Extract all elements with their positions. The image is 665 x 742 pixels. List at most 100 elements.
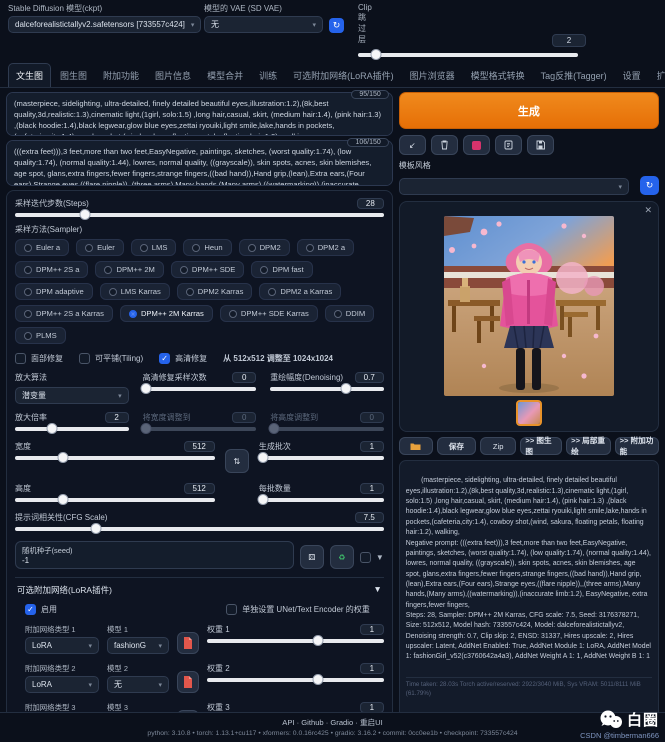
- sampler-dpm2[interactable]: DPM2: [239, 239, 290, 256]
- tab-settings[interactable]: 设置: [616, 64, 648, 87]
- sampler-dpm2-a[interactable]: DPM2 a: [297, 239, 354, 256]
- send-to-inpaint-button[interactable]: >> 局部重绘: [566, 437, 610, 455]
- batch-count-slider[interactable]: [259, 456, 384, 460]
- steps-slider[interactable]: [15, 213, 384, 217]
- sampler-dpmpp-2m-karras[interactable]: DPM++ 2M Karras: [120, 305, 213, 322]
- lora-model-dropdown-1[interactable]: fashionG▾: [107, 637, 169, 654]
- generate-button[interactable]: 生成: [399, 92, 659, 129]
- zip-button[interactable]: Zip: [480, 437, 516, 455]
- sampler-dpm-fast[interactable]: DPM fast: [251, 261, 312, 278]
- sampler-lms[interactable]: LMS: [131, 239, 177, 256]
- paste-params-button[interactable]: ↙: [399, 135, 426, 155]
- hires-steps-value[interactable]: 0: [232, 372, 256, 383]
- clip-skip-value[interactable]: 2: [552, 34, 586, 47]
- sampler-plms[interactable]: PLMS: [15, 327, 66, 344]
- clear-prompt-button[interactable]: [431, 135, 458, 155]
- cfg-value[interactable]: 7.5: [355, 512, 384, 523]
- batch-size-slider[interactable]: [259, 498, 384, 502]
- tab-extensions[interactable]: 扩展: [650, 64, 665, 87]
- tab-tagger[interactable]: Tag反推(Tagger): [534, 64, 614, 87]
- denoising-slider[interactable]: [270, 387, 384, 391]
- lora-weight-slider-2[interactable]: [207, 678, 384, 682]
- seed-input[interactable]: -1: [22, 556, 287, 565]
- ckpt-dropdown[interactable]: dalceforealistictallyv2.safetensors [733…: [8, 16, 201, 33]
- styles-dropdown[interactable]: ▾: [399, 178, 629, 195]
- sampler-dpm2-a-karras[interactable]: DPM2 a Karras: [259, 283, 341, 300]
- reuse-seed-button[interactable]: ♻: [330, 545, 354, 569]
- height-slider[interactable]: [15, 498, 215, 502]
- sampler-heun[interactable]: Heun: [183, 239, 231, 256]
- lora-type-dropdown-1[interactable]: LoRA▾: [25, 637, 99, 654]
- lora-model-info-button-1[interactable]: [177, 632, 199, 654]
- lora-accordion-header[interactable]: 可选附加网络(LoRA插件) ▼: [15, 577, 384, 602]
- sampler-ddim[interactable]: DDIM: [325, 305, 374, 322]
- tiling-checkbox[interactable]: 可平铺(Tiling): [79, 353, 143, 364]
- lora-model-dropdown-2[interactable]: 无▾: [107, 676, 169, 693]
- hires-fix-checkbox[interactable]: ✓高清修复: [159, 353, 207, 364]
- reload-ui-link[interactable]: 重启UI: [360, 718, 383, 727]
- steps-value[interactable]: 28: [357, 198, 384, 209]
- random-seed-button[interactable]: ⚄: [300, 545, 324, 569]
- negative-prompt-input[interactable]: (((extra feet))),3 feet,more than two fe…: [6, 140, 393, 186]
- lora-model-info-button-2[interactable]: [177, 671, 199, 693]
- vae-refresh-button[interactable]: ↻: [329, 18, 344, 33]
- tab-image-browser[interactable]: 图片浏览器: [403, 64, 462, 87]
- upscaler-dropdown[interactable]: 潜变量▾: [15, 387, 129, 404]
- save-style-button[interactable]: [527, 135, 554, 155]
- send-to-img2img-button[interactable]: >> 图生图: [520, 437, 562, 455]
- extra-seed-checkbox[interactable]: ▼: [360, 552, 384, 563]
- upscale-by-slider[interactable]: [15, 427, 129, 431]
- width-value[interactable]: 512: [184, 441, 215, 452]
- vae-dropdown[interactable]: 无▾: [204, 16, 323, 33]
- tab-model-converter[interactable]: 模型格式转换: [464, 64, 532, 87]
- sampler-dpm2-karras[interactable]: DPM2 Karras: [177, 283, 253, 300]
- sampler-euler[interactable]: Euler: [76, 239, 124, 256]
- send-to-extras-button[interactable]: >> 附加功能: [615, 437, 659, 455]
- tab-png-info[interactable]: 图片信息: [148, 64, 198, 87]
- open-folder-button[interactable]: [399, 437, 433, 455]
- tab-txt2img[interactable]: 文生图: [8, 63, 51, 87]
- api-link[interactable]: API: [282, 718, 294, 727]
- restore-faces-checkbox[interactable]: 面部修复: [15, 353, 63, 364]
- apply-style-button[interactable]: [495, 135, 522, 155]
- sampler-euler-a[interactable]: Euler a: [15, 239, 69, 256]
- tab-additional-networks[interactable]: 可选附加网络(LoRA插件): [286, 64, 401, 87]
- width-slider[interactable]: [15, 456, 215, 460]
- lora-separate-weights-checkbox[interactable]: 单独设置 UNet/Text Encoder 的权重: [226, 604, 370, 615]
- tab-train[interactable]: 训练: [252, 64, 284, 87]
- upscale-by-value[interactable]: 2: [105, 412, 129, 423]
- checkbox-icon: [226, 604, 237, 615]
- clip-skip-slider[interactable]: [358, 53, 578, 57]
- tab-img2img[interactable]: 图生图: [53, 64, 94, 87]
- lora-weight-slider-1[interactable]: [207, 639, 384, 643]
- prompt-input[interactable]: (masterpiece, sidelighting, ultra-detail…: [6, 92, 393, 136]
- swap-dimensions-button[interactable]: ⇅: [225, 449, 249, 473]
- sampler-dpmpp-2s-a-karras[interactable]: DPM++ 2S a Karras: [15, 305, 113, 322]
- github-link[interactable]: Github: [301, 718, 323, 727]
- lora-type-dropdown-2[interactable]: LoRA▾: [25, 676, 99, 693]
- sampler-dpmpp-sde-karras[interactable]: DPM++ SDE Karras: [220, 305, 318, 322]
- close-icon[interactable]: ✕: [644, 205, 652, 216]
- batch-count-value[interactable]: 1: [360, 441, 384, 452]
- sampler-dpmpp-sde[interactable]: DPM++ SDE: [171, 261, 244, 278]
- lora-weight-value-2[interactable]: 1: [360, 663, 384, 674]
- styles-refresh-button[interactable]: ↻: [640, 176, 659, 195]
- extra-networks-button[interactable]: [463, 135, 490, 155]
- lora-enable-checkbox[interactable]: ✓启用: [25, 604, 57, 615]
- sampler-dpm-adaptive[interactable]: DPM adaptive: [15, 283, 93, 300]
- height-value[interactable]: 512: [184, 483, 215, 494]
- sampler-lms-karras[interactable]: LMS Karras: [100, 283, 170, 300]
- lora-weight-value-1[interactable]: 1: [360, 624, 384, 635]
- gradio-link[interactable]: Gradio: [330, 718, 353, 727]
- save-button[interactable]: 保存: [437, 437, 476, 455]
- generated-image[interactable]: [444, 216, 614, 396]
- tab-extras[interactable]: 附加功能: [96, 64, 146, 87]
- batch-size-value[interactable]: 1: [360, 483, 384, 494]
- hires-steps-slider[interactable]: [143, 387, 257, 391]
- sampler-dpmpp-2m[interactable]: DPM++ 2M: [95, 261, 163, 278]
- sampler-dpmpp-2s-a[interactable]: DPM++ 2S a: [15, 261, 88, 278]
- cfg-slider[interactable]: [15, 527, 384, 531]
- denoising-value[interactable]: 0.7: [355, 372, 384, 383]
- gallery-thumbnail[interactable]: [516, 400, 542, 426]
- tab-checkpoint-merger[interactable]: 模型合并: [200, 64, 250, 87]
